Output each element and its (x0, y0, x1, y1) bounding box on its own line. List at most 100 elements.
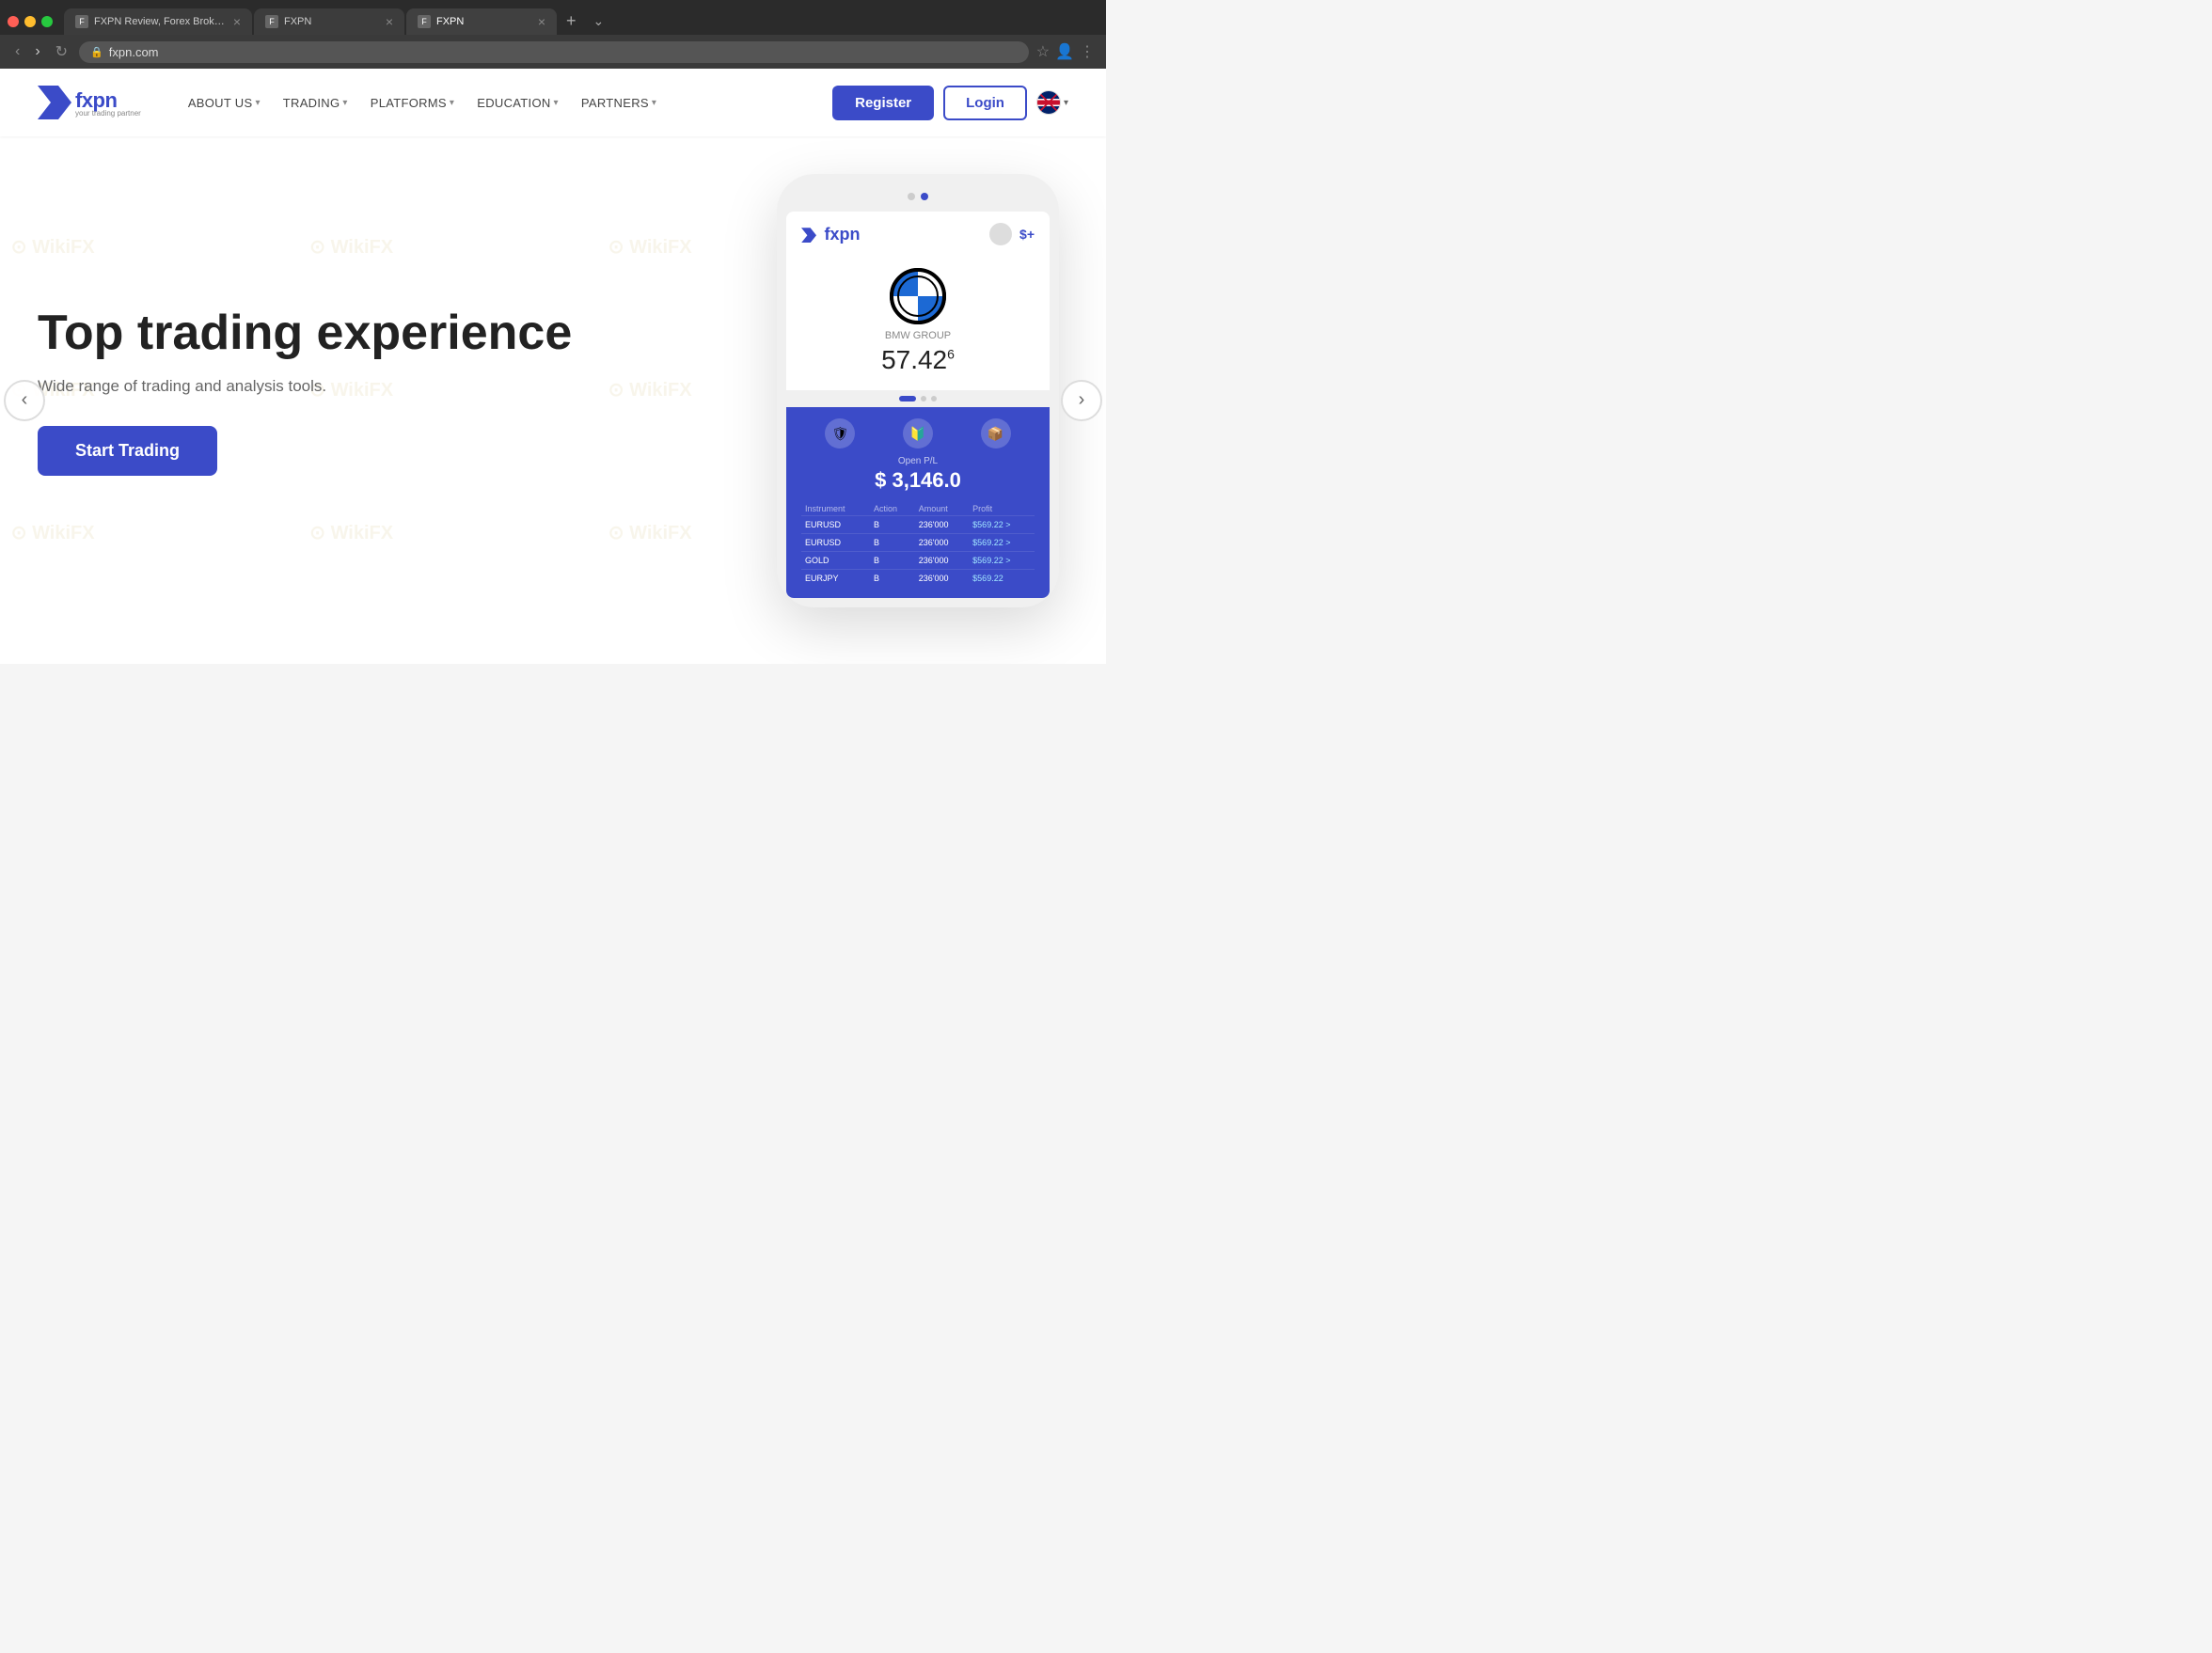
open-pl-amount: $ 3,146.0 (801, 468, 1035, 493)
tab-close-1[interactable]: × (233, 14, 241, 29)
logo-icon (38, 86, 71, 119)
phone-indicator-2 (921, 396, 926, 401)
table-cell: B (870, 516, 915, 534)
shield-stack-icon: 🛡 (825, 418, 855, 449)
stock-name: BMW GROUP (801, 330, 1035, 341)
table-row: GOLDB236'000$569.22 > (801, 552, 1035, 570)
phone-indicators (786, 390, 1050, 407)
stock-price: 57.426 (801, 345, 1035, 375)
logo-tagline: your trading partner (75, 109, 141, 118)
nav-item-education[interactable]: EDUCATION ▾ (467, 90, 568, 116)
phone-header-right: $+ (989, 223, 1035, 245)
browser-tab-3[interactable]: F FXPN × (406, 8, 557, 35)
forward-button[interactable]: › (31, 41, 43, 62)
table-cell: $569.22 > (969, 516, 1035, 534)
table-cell: $569.22 > (969, 534, 1035, 552)
tab-close-3[interactable]: × (538, 14, 545, 29)
phone-logo-icon (801, 228, 816, 243)
phone-icon-box: 📦 (981, 418, 1011, 449)
navbar: fxpn your trading partner ABOUT US ▾ TRA… (0, 69, 1106, 136)
nav-item-about[interactable]: ABOUT US ▾ (179, 90, 270, 116)
new-tab-button[interactable]: + (559, 8, 584, 35)
browser-tab-1[interactable]: F FXPN Review, Forex Broker&... × (64, 8, 252, 35)
tab-title-3: FXPN (436, 16, 532, 27)
hero-title: Top trading experience (38, 306, 730, 362)
register-button[interactable]: Register (832, 86, 934, 120)
phone-trades-table: Instrument Action Amount Profit EURUSDB2… (801, 502, 1035, 587)
table-cell: $569.22 > (969, 552, 1035, 570)
toolbar-right: ☆ 👤 ⋮ (1036, 42, 1095, 61)
bookmark-button[interactable]: ☆ (1036, 42, 1050, 61)
tab-overflow-button[interactable]: ⌄ (586, 9, 612, 33)
phone-icon-shield: 🛡 (825, 418, 855, 449)
menu-button[interactable]: ⋮ (1080, 42, 1095, 61)
profile-button[interactable]: 👤 (1055, 42, 1074, 61)
login-button[interactable]: Login (943, 86, 1027, 120)
phone-stock-area: BMW GROUP 57.426 (786, 257, 1050, 390)
browser-tab-2[interactable]: F FXPN × (254, 8, 404, 35)
col-header-amount: Amount (915, 502, 969, 516)
nav-item-partners[interactable]: PARTNERS ▾ (572, 90, 666, 116)
tab-bar: F FXPN Review, Forex Broker&... × F FXPN… (0, 0, 1106, 35)
language-selector[interactable]: ▾ (1036, 90, 1068, 115)
nav-item-platforms[interactable]: PLATFORMS ▾ (361, 90, 465, 116)
logo-link[interactable]: fxpn your trading partner (38, 86, 141, 119)
tab-close-2[interactable]: × (386, 14, 393, 29)
close-button[interactable] (8, 16, 19, 27)
hero-right: fxpn $+ BMW GROUP (767, 174, 1068, 607)
phone-indicator-3 (931, 396, 937, 401)
phone-icons-row: 🛡 🔰 📦 (801, 418, 1035, 449)
table-cell: 236'000 (915, 552, 969, 570)
table-cell: B (870, 552, 915, 570)
hero-left: Top trading experience Wide range of tra… (38, 306, 767, 476)
tab-favicon-2: F (265, 15, 278, 28)
nav-actions: Register Login ▾ (832, 86, 1068, 120)
chevron-down-icon: ▾ (450, 98, 454, 108)
table-cell: 236'000 (915, 516, 969, 534)
hero-prev-button[interactable]: ‹ (4, 380, 45, 421)
url-text: fxpn.com (109, 45, 1018, 59)
traffic-lights (8, 16, 53, 27)
bmw-ring (890, 268, 946, 324)
address-bar: ‹ › ↻ 🔒 fxpn.com ☆ 👤 ⋮ (0, 35, 1106, 69)
phone-avatar (989, 223, 1012, 245)
tab-title-1: FXPN Review, Forex Broker&... (94, 16, 228, 27)
table-cell: B (870, 570, 915, 588)
lang-chevron-icon: ▾ (1064, 98, 1068, 108)
nav-links: ABOUT US ▾ TRADING ▾ PLATFORMS ▾ EDUCATI… (179, 90, 832, 116)
hero-section: ‹ Top trading experience Wide range of t… (0, 136, 1106, 664)
fullscreen-button[interactable] (41, 16, 53, 27)
phone-status-dots (786, 193, 1050, 200)
chevron-down-icon: ▾ (652, 98, 656, 108)
minimize-button[interactable] (24, 16, 36, 27)
website-content: ⊙ WikiFX ⊙ WikiFX ⊙ WikiFX ⊙ WikiFX ⊙ Wi… (0, 69, 1106, 664)
browser-chrome: F FXPN Review, Forex Broker&... × F FXPN… (0, 0, 1106, 69)
phone-add-button[interactable]: $+ (1019, 227, 1035, 242)
address-input[interactable]: 🔒 fxpn.com (79, 41, 1029, 63)
back-button[interactable]: ‹ (11, 41, 24, 62)
start-trading-button[interactable]: Start Trading (38, 426, 217, 476)
table-cell: EURUSD (801, 534, 870, 552)
table-row: EURJPYB236'000$569.22 (801, 570, 1035, 588)
hero-next-button[interactable]: › (1061, 380, 1102, 421)
phone-indicator-1 (899, 396, 916, 401)
table-cell: $569.22 (969, 570, 1035, 588)
col-header-instrument: Instrument (801, 502, 870, 516)
phone-mockup: fxpn $+ BMW GROUP (777, 174, 1059, 607)
phone-bottom-panel: 🛡 🔰 📦 Open P/L $ 3,146.0 (786, 407, 1050, 598)
nav-item-trading[interactable]: TRADING ▾ (274, 90, 357, 116)
table-cell: 236'000 (915, 534, 969, 552)
phone-icon-shield2: 🔰 (903, 418, 933, 449)
box-icon: 📦 (981, 418, 1011, 449)
bmw-logo (890, 268, 946, 324)
table-row: EURUSDB236'000$569.22 > (801, 516, 1035, 534)
logo-text: fxpn (75, 88, 117, 112)
reload-button[interactable]: ↻ (52, 40, 71, 63)
tab-favicon-3: F (418, 15, 431, 28)
phone-screen: fxpn $+ BMW GROUP (786, 212, 1050, 598)
open-pl-label: Open P/L (801, 456, 1035, 466)
phone-dot-1 (908, 193, 915, 200)
tab-favicon-1: F (75, 15, 88, 28)
chevron-down-icon: ▾ (554, 98, 559, 108)
lock-icon: 🔒 (90, 46, 103, 58)
